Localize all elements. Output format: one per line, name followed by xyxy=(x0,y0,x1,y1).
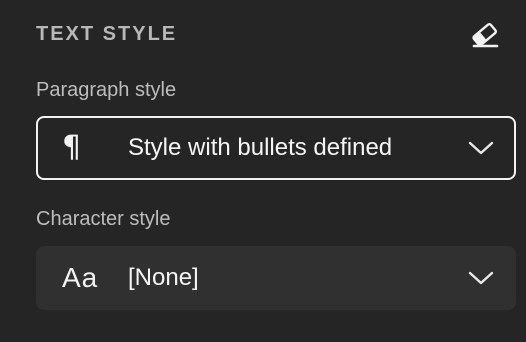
chevron-down-icon xyxy=(468,140,494,156)
character-style-dropdown[interactable]: Aa [None] xyxy=(36,246,516,310)
chevron-down-icon xyxy=(468,270,494,286)
text-style-panel: TEXT STYLE Paragraph style ¶ Style with … xyxy=(0,0,526,342)
character-style-icon: Aa xyxy=(62,262,99,293)
paragraph-style-label: Paragraph style xyxy=(36,79,177,101)
pilcrow-icon: ¶ xyxy=(62,130,82,165)
paragraph-style-value: Style with bullets defined xyxy=(128,134,393,161)
section-title: TEXT STYLE xyxy=(36,23,178,45)
eraser-icon[interactable] xyxy=(470,22,500,48)
paragraph-style-dropdown[interactable]: ¶ Style with bullets defined xyxy=(36,116,516,180)
character-style-label: Character style xyxy=(36,208,171,230)
character-style-value: [None] xyxy=(128,264,199,291)
